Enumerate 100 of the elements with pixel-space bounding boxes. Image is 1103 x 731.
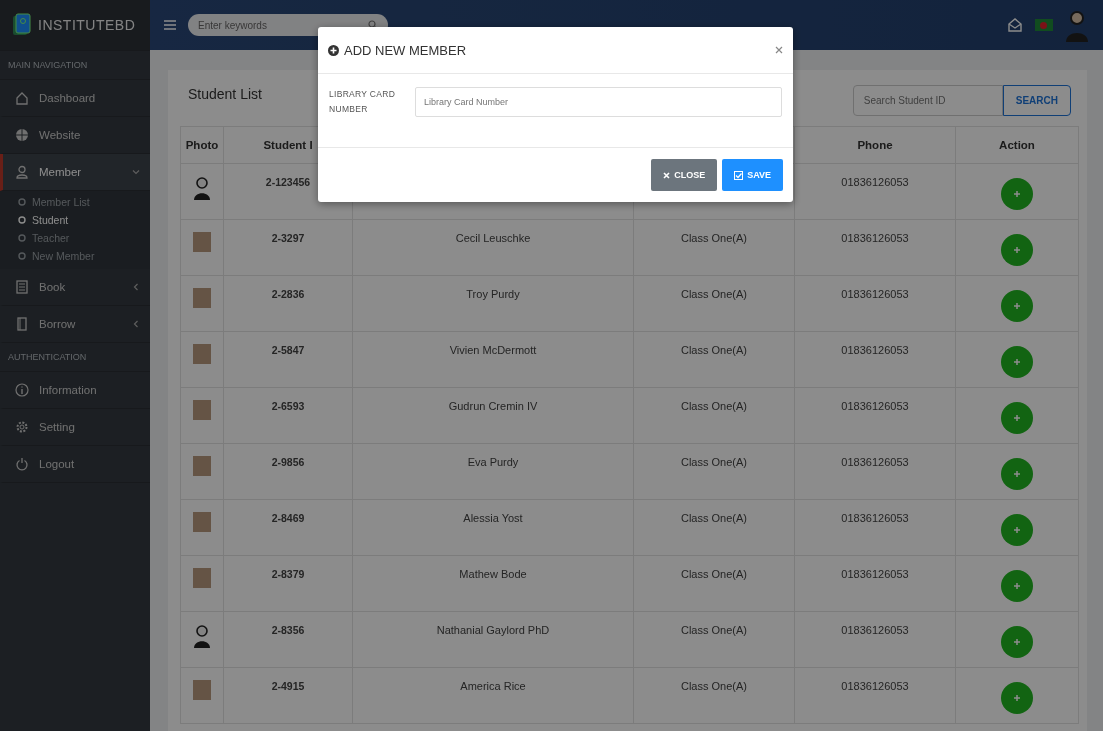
plus-icon [1013, 526, 1021, 534]
nav-item[interactable]: Member [0, 154, 150, 191]
table-cell: Nathanial Gaylord PhD [436, 624, 550, 636]
info-icon [15, 383, 29, 397]
add-button[interactable] [1001, 234, 1033, 266]
table-cell: Troy Purdy [466, 288, 520, 300]
close-button[interactable]: CLOSE [651, 159, 718, 191]
photo-placeholder [193, 512, 211, 532]
table-cell: 2-8379 [271, 568, 305, 580]
table-cell: 01836126053 [841, 176, 909, 188]
table-cell: 01836126053 [841, 512, 909, 524]
avatar-icon [1065, 8, 1089, 42]
users-icon [15, 165, 29, 179]
power-icon [15, 457, 29, 471]
add-button[interactable] [1001, 570, 1033, 602]
table-cell: 2-8356 [271, 624, 305, 636]
table-cell: 01836126053 [841, 232, 909, 244]
photo-placeholder [193, 456, 211, 476]
home-icon [15, 91, 29, 105]
save-button[interactable]: SAVE [722, 159, 783, 191]
plus-icon [1013, 582, 1021, 590]
search-field[interactable]: Search Student ID [852, 85, 1003, 116]
envelope-icon [1007, 17, 1023, 33]
table-cell: Class One(A) [681, 568, 747, 580]
photo-placeholder [193, 680, 211, 700]
add-button[interactable] [1001, 346, 1033, 378]
add-button[interactable] [1001, 402, 1033, 434]
table-cell: 2-3297 [271, 232, 305, 244]
table-cell: Class One(A) [681, 232, 747, 244]
photo-placeholder [193, 344, 211, 364]
submenu-item[interactable]: Student [0, 211, 150, 229]
table-cell: Cecil Leuschke [455, 232, 531, 244]
table-cell: 2-9856 [271, 456, 305, 468]
table-cell: 01836126053 [841, 400, 909, 412]
table-cell: Eva Purdy [467, 456, 519, 468]
table-cell: Class One(A) [681, 400, 747, 412]
table-cell: 2-4915 [271, 680, 305, 692]
gear-icon [15, 420, 29, 434]
globe-icon [15, 128, 29, 142]
column-header: Phone [857, 139, 893, 151]
flag-icon[interactable] [1035, 19, 1053, 31]
plus-icon [1013, 470, 1021, 478]
table-cell: Class One(A) [681, 344, 747, 356]
table-cell: 2-2836 [271, 288, 305, 300]
plus-icon [1013, 694, 1021, 702]
add-button[interactable] [1001, 290, 1033, 322]
circle-icon [18, 216, 26, 224]
table-cell: 01836126053 [841, 288, 909, 300]
plus-circle-icon [328, 44, 339, 56]
add-button[interactable] [1001, 682, 1033, 714]
table-cell: 01836126053 [841, 456, 909, 468]
table-cell: Class One(A) [681, 456, 747, 468]
table-cell: 01836126053 [841, 344, 909, 356]
checkbox-icon [734, 170, 744, 180]
add-button[interactable] [1001, 458, 1033, 490]
photo-placeholder [193, 288, 211, 308]
avatar-icon [193, 176, 211, 200]
table-cell: Gudrun Cremin IV [448, 400, 538, 412]
table-cell: Alessia Yost [463, 512, 523, 524]
logo-icon [12, 13, 32, 37]
plus-icon [1013, 246, 1021, 254]
column-header: Action [999, 139, 1035, 151]
table-cell: 2-5847 [271, 344, 305, 356]
table-cell: Vivien McDermott [449, 344, 537, 356]
brand-name: INSTITUTEBD [38, 17, 136, 33]
plus-icon [1013, 190, 1021, 198]
plus-icon [1013, 638, 1021, 646]
submenu-item[interactable]: Teacher [0, 229, 150, 247]
photo-placeholder [193, 400, 211, 420]
menu-icon [164, 19, 176, 31]
add-button[interactable] [1001, 626, 1033, 658]
table-cell: Class One(A) [681, 288, 747, 300]
column-header: Photo [185, 139, 219, 151]
photo-placeholder [193, 232, 211, 252]
table-cell: Class One(A) [681, 624, 747, 636]
table-cell: Mathew Bode [459, 568, 527, 580]
circle-icon [18, 252, 26, 260]
field-label: LIBRARY CARD NUMBER [329, 88, 397, 116]
table-cell: 2-8469 [271, 512, 305, 524]
submenu-item[interactable]: New Member [0, 247, 150, 265]
table-cell: Class One(A) [681, 680, 747, 692]
table-cell: 2-123456 [265, 176, 311, 188]
input-field[interactable]: Library Card Number [415, 87, 782, 117]
photo-placeholder [193, 568, 211, 588]
circle-icon [18, 198, 26, 206]
add-button[interactable] [1001, 178, 1033, 210]
plus-icon [1013, 358, 1021, 366]
close-icon[interactable] [775, 46, 783, 54]
table-cell: 01836126053 [841, 680, 909, 692]
table-cell: 01836126053 [841, 568, 909, 580]
search-button[interactable]: SEARCH [1002, 85, 1071, 116]
table-cell: Class One(A) [681, 512, 747, 524]
card-title: Student List [188, 86, 262, 102]
avatar-icon [193, 624, 211, 648]
modal-title: ADD NEW MEMBER [344, 42, 468, 58]
table-cell: America Rice [460, 680, 526, 692]
door-icon [15, 317, 29, 331]
plus-icon [1013, 302, 1021, 310]
plus-icon [1013, 414, 1021, 422]
add-button[interactable] [1001, 514, 1033, 546]
